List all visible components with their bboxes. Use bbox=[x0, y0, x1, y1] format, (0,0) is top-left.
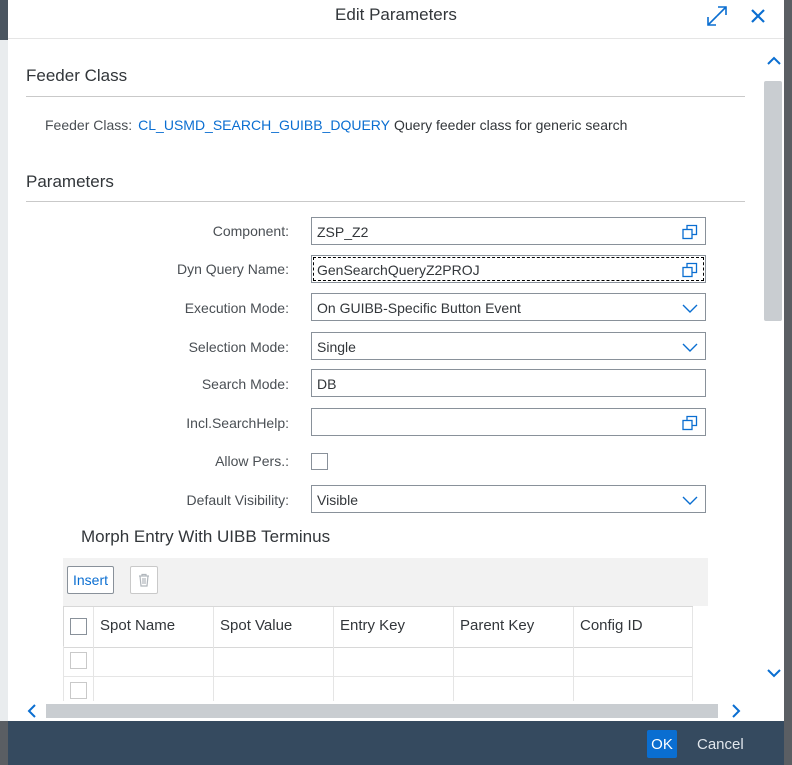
background-strip bbox=[0, 0, 8, 40]
default-visibility-label: Default Visibility: bbox=[186, 492, 289, 508]
chevron-down-icon[interactable] bbox=[681, 491, 699, 509]
row-select-cell bbox=[63, 676, 93, 701]
background-strip bbox=[0, 40, 8, 721]
feeder-class-section-title: Feeder Class bbox=[26, 66, 128, 85]
column-header-spot-value[interactable]: Spot Value bbox=[213, 607, 333, 647]
horizontal-scrollbar[interactable] bbox=[8, 701, 764, 721]
vertical-scrollbar[interactable] bbox=[764, 39, 784, 701]
search-mode-value: DB bbox=[317, 376, 337, 392]
column-header-config-id[interactable]: Config ID bbox=[573, 607, 693, 647]
feeder-class-description: Query feeder class for generic search bbox=[393, 117, 628, 133]
table-cell[interactable] bbox=[93, 646, 213, 676]
select-all-cell bbox=[63, 607, 93, 647]
table-header-row: Spot Name Spot Value Entry Key Parent Ke… bbox=[63, 606, 693, 648]
component-value: ZSP_Z2 bbox=[317, 224, 369, 240]
feeder-class-label: Feeder Class: bbox=[45, 117, 133, 133]
allow-pers-checkbox[interactable] bbox=[311, 453, 328, 470]
dyn-query-name-label: Dyn Query Name: bbox=[176, 261, 289, 277]
dialog-footer: OK Cancel bbox=[8, 721, 784, 765]
selection-mode-value: Single bbox=[317, 339, 356, 355]
morph-entry-title: Morph Entry With UIBB Terminus bbox=[81, 527, 331, 546]
select-all-checkbox[interactable] bbox=[70, 618, 87, 635]
chevron-up-icon[interactable] bbox=[765, 53, 783, 74]
table-cell[interactable] bbox=[213, 646, 333, 676]
row-checkbox[interactable] bbox=[70, 652, 87, 669]
selection-mode-label: Selection Mode: bbox=[188, 339, 289, 355]
table-cell[interactable] bbox=[333, 646, 453, 676]
insert-button[interactable]: Insert bbox=[67, 566, 115, 594]
selection-mode-select[interactable]: Single bbox=[311, 332, 706, 360]
feeder-class-link[interactable]: CL_USMD_SEARCH_GUIBB_DQUERY bbox=[138, 117, 390, 133]
horizontal-scroll-thumb[interactable] bbox=[46, 704, 718, 718]
dialog-title: Edit Parameters bbox=[335, 5, 457, 24]
edit-parameters-dialog: Edit Parameters Feeder Class Feeder Clas… bbox=[8, 0, 784, 765]
execution-mode-label: Execution Mode: bbox=[184, 300, 289, 316]
table-cell[interactable] bbox=[333, 676, 453, 701]
column-header-entry-key[interactable]: Entry Key bbox=[333, 607, 453, 647]
ok-button[interactable]: OK bbox=[647, 730, 677, 758]
column-header-parent-key[interactable]: Parent Key bbox=[453, 607, 573, 647]
delete-button[interactable] bbox=[130, 566, 158, 594]
component-field[interactable]: ZSP_Z2 bbox=[311, 217, 706, 245]
vertical-scroll-thumb[interactable] bbox=[764, 81, 782, 321]
default-visibility-select[interactable]: Visible bbox=[311, 485, 706, 513]
maximize-icon[interactable] bbox=[705, 4, 729, 28]
search-mode-field[interactable]: DB bbox=[311, 369, 706, 397]
dyn-query-name-field[interactable]: GenSearchQueryZ2PROJ bbox=[311, 255, 706, 283]
default-visibility-value: Visible bbox=[317, 492, 358, 508]
value-help-icon[interactable] bbox=[681, 223, 699, 241]
column-header-spot-name[interactable]: Spot Name bbox=[93, 607, 213, 647]
table-row[interactable] bbox=[63, 676, 693, 701]
table-cell[interactable] bbox=[93, 676, 213, 701]
dyn-query-name-value: GenSearchQueryZ2PROJ bbox=[317, 262, 480, 278]
chevron-down-icon[interactable] bbox=[681, 338, 699, 356]
value-help-icon[interactable] bbox=[681, 414, 699, 432]
execution-mode-select[interactable]: On GUIBB-Specific Button Event bbox=[311, 293, 706, 321]
component-label: Component: bbox=[212, 223, 289, 239]
chevron-down-icon[interactable] bbox=[765, 665, 783, 686]
incl-search-help-field[interactable] bbox=[311, 408, 706, 436]
row-select-cell bbox=[63, 646, 93, 676]
table-cell[interactable] bbox=[213, 676, 333, 701]
table-cell[interactable] bbox=[453, 676, 573, 701]
table-row[interactable] bbox=[63, 646, 693, 677]
divider bbox=[26, 96, 745, 97]
feeder-class-info: Feeder Class: CL_USMD_SEARCH_GUIBB_DQUERY… bbox=[45, 117, 627, 133]
dialog-titlebar: Edit Parameters bbox=[8, 0, 784, 39]
value-help-icon[interactable] bbox=[681, 261, 699, 279]
dialog-content: Feeder Class Feeder Class: CL_USMD_SEARCH… bbox=[8, 39, 764, 701]
table-cell[interactable] bbox=[573, 646, 693, 676]
incl-search-help-label: Incl.SearchHelp: bbox=[186, 415, 289, 431]
table-toolbar: Insert bbox=[63, 558, 708, 606]
table-cell[interactable] bbox=[453, 646, 573, 676]
allow-pers-label: Allow Pers.: bbox=[215, 453, 289, 469]
table-cell[interactable] bbox=[573, 676, 693, 701]
cancel-button[interactable]: Cancel bbox=[691, 730, 750, 758]
divider bbox=[26, 201, 745, 202]
search-mode-label: Search Mode: bbox=[201, 376, 289, 392]
parameters-section-title: Parameters bbox=[26, 172, 114, 191]
execution-mode-value: On GUIBB-Specific Button Event bbox=[317, 300, 521, 316]
row-checkbox[interactable] bbox=[70, 682, 87, 699]
close-icon[interactable] bbox=[746, 4, 770, 28]
chevron-down-icon[interactable] bbox=[681, 299, 699, 317]
trash-icon bbox=[139, 573, 149, 587]
